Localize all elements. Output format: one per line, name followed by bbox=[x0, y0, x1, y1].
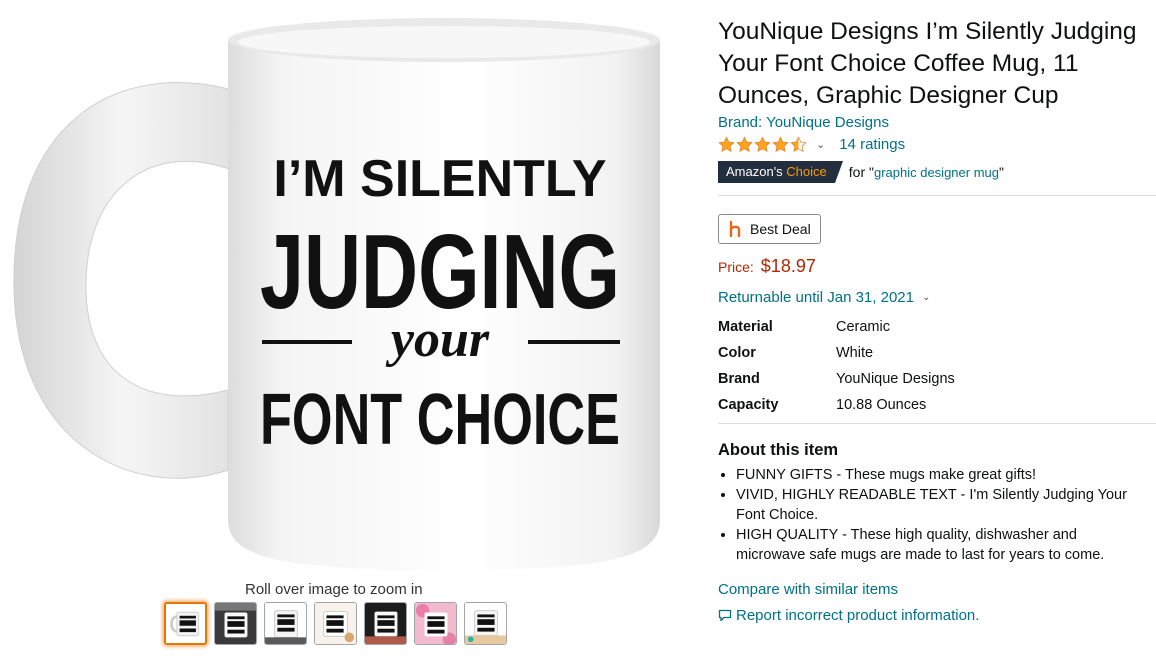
product-title: YouNique Designs I’m Silently Judging Yo… bbox=[718, 18, 1137, 109]
price-label: Price: bbox=[718, 259, 754, 275]
image-block: I’M SILENTLY JUDGING your FONT CHOICE Ro… bbox=[0, 0, 700, 672]
spec-row: Brand YouNique Designs bbox=[718, 366, 1154, 392]
spec-value: 10.88 Ounces bbox=[836, 397, 927, 413]
thumbnail-strip bbox=[164, 602, 507, 645]
returns-dropdown[interactable]: Returnable until Jan 31, 2021 ⌄ bbox=[718, 289, 1154, 306]
best-deal-label: Best Deal bbox=[750, 221, 811, 237]
thumbnail-5[interactable] bbox=[364, 602, 407, 645]
thumbnail-6[interactable] bbox=[414, 602, 457, 645]
spec-key: Material bbox=[718, 319, 773, 335]
compare-link[interactable]: Compare with similar items bbox=[718, 581, 1154, 598]
amazons-choice-row: Amazon's Choice for "graphic designer mu… bbox=[718, 161, 1154, 183]
mug-handle bbox=[13, 82, 233, 479]
brand-link[interactable]: Brand: YouNique Designs bbox=[718, 114, 1154, 131]
returns-label: Returnable until Jan 31, 2021 bbox=[718, 289, 914, 306]
about-heading: About this item bbox=[718, 441, 839, 459]
star-icon bbox=[736, 135, 753, 152]
thumbnail-4[interactable] bbox=[314, 602, 357, 645]
spec-value: White bbox=[836, 345, 874, 361]
divider bbox=[718, 423, 1156, 424]
star-rating[interactable] bbox=[718, 135, 807, 153]
thumbnail-1[interactable] bbox=[164, 602, 207, 645]
divider bbox=[718, 195, 1156, 196]
product-details: YouNique Designs I’m Silently Judging Yo… bbox=[718, 16, 1156, 624]
spec-value: Ceramic bbox=[836, 319, 890, 335]
choice-suffix: Choice bbox=[786, 164, 827, 179]
report-link[interactable]: Report incorrect product information. bbox=[718, 607, 1154, 624]
mug-text-line4: FONT CHOICE bbox=[260, 380, 620, 460]
spec-key: Capacity bbox=[718, 397, 779, 413]
chevron-down-icon[interactable]: ⌄ bbox=[816, 138, 825, 151]
spec-key: Color bbox=[718, 345, 756, 361]
thumbnail-3[interactable] bbox=[264, 602, 307, 645]
chevron-down-icon: ⌄ bbox=[921, 292, 931, 303]
thumbnail-2[interactable] bbox=[214, 602, 257, 645]
star-icon bbox=[754, 135, 771, 152]
choice-keyword-link[interactable]: graphic designer mug bbox=[874, 165, 999, 180]
star-icon bbox=[718, 135, 735, 152]
zoom-hint: Roll over image to zoom in bbox=[245, 581, 423, 598]
spec-row: Capacity 10.88 Ounces bbox=[718, 392, 1154, 418]
best-deal-button[interactable]: Best Deal bbox=[718, 214, 821, 244]
honey-logo-icon bbox=[729, 221, 741, 237]
report-label: Report incorrect product information. bbox=[736, 607, 980, 624]
list-item: HIGH QUALITY - These high quality, dishw… bbox=[736, 525, 1146, 565]
spec-key: Brand bbox=[718, 371, 760, 387]
list-item: FUNNY GIFTS - These mugs make great gift… bbox=[736, 465, 1146, 485]
rating-row: ⌄ 14 ratings bbox=[718, 133, 1154, 155]
choice-for-prefix: for " bbox=[848, 164, 874, 180]
list-item: VIVID, HIGHLY READABLE TEXT - I'm Silent… bbox=[736, 485, 1146, 525]
choice-for-text: for "graphic designer mug" bbox=[849, 164, 1004, 180]
price-value: $18.97 bbox=[760, 256, 816, 276]
mug-text-line3: your bbox=[385, 311, 490, 368]
about-bullets: FUNNY GIFTS - These mugs make great gift… bbox=[718, 465, 1146, 565]
star-icon bbox=[772, 135, 789, 152]
specs-table: Material Ceramic Color White Brand YouNi… bbox=[718, 314, 1154, 418]
choice-close-quote: " bbox=[999, 164, 1004, 180]
amazons-choice-badge: Amazon's Choice bbox=[718, 161, 843, 183]
speech-bubble-icon bbox=[718, 609, 732, 622]
star-half-icon bbox=[790, 135, 807, 152]
choice-prefix: Amazon's bbox=[726, 164, 783, 179]
ratings-count-link[interactable]: 14 ratings bbox=[839, 136, 905, 153]
thumbnail-7[interactable] bbox=[464, 602, 507, 645]
spec-value: YouNique Designs bbox=[836, 371, 955, 387]
price-row: Price: $18.97 bbox=[718, 256, 1154, 277]
spec-row: Color White bbox=[718, 340, 1154, 366]
spec-row: Material Ceramic bbox=[718, 314, 1154, 340]
product-main-image[interactable]: I’M SILENTLY JUDGING your FONT CHOICE bbox=[0, 0, 700, 575]
mug-text-line1: I’M SILENTLY bbox=[273, 150, 606, 208]
